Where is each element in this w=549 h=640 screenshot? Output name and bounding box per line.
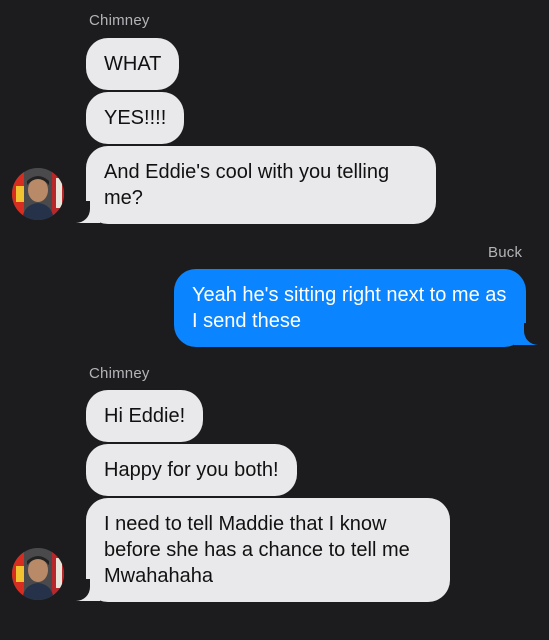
sender-name-chimney: Chimney [89,12,150,29]
message-bubble-outgoing[interactable]: Yeah he's sitting right next to me as I … [174,269,526,347]
message-bubble-incoming[interactable]: And Eddie's cool with you telling me? [86,146,436,224]
message-bubble-incoming[interactable]: I need to tell Maddie that I know before… [86,498,450,602]
sender-name-chimney: Chimney [89,365,150,382]
contact-avatar[interactable] [12,168,64,220]
bubble-tail [70,201,100,223]
bubble-tail [70,579,100,601]
sender-name-buck: Buck [488,244,523,261]
bubble-tail [514,323,544,345]
avatar-photo-icon [12,168,64,220]
avatar-photo-icon [12,548,64,600]
message-bubble-incoming[interactable]: YES!!!! [86,92,185,144]
message-bubble-incoming[interactable]: Hi Eddie! [86,390,204,442]
message-bubble-incoming[interactable]: WHAT [86,38,180,90]
message-bubble-incoming[interactable]: Happy for you both! [86,444,297,496]
contact-avatar[interactable] [12,548,64,600]
